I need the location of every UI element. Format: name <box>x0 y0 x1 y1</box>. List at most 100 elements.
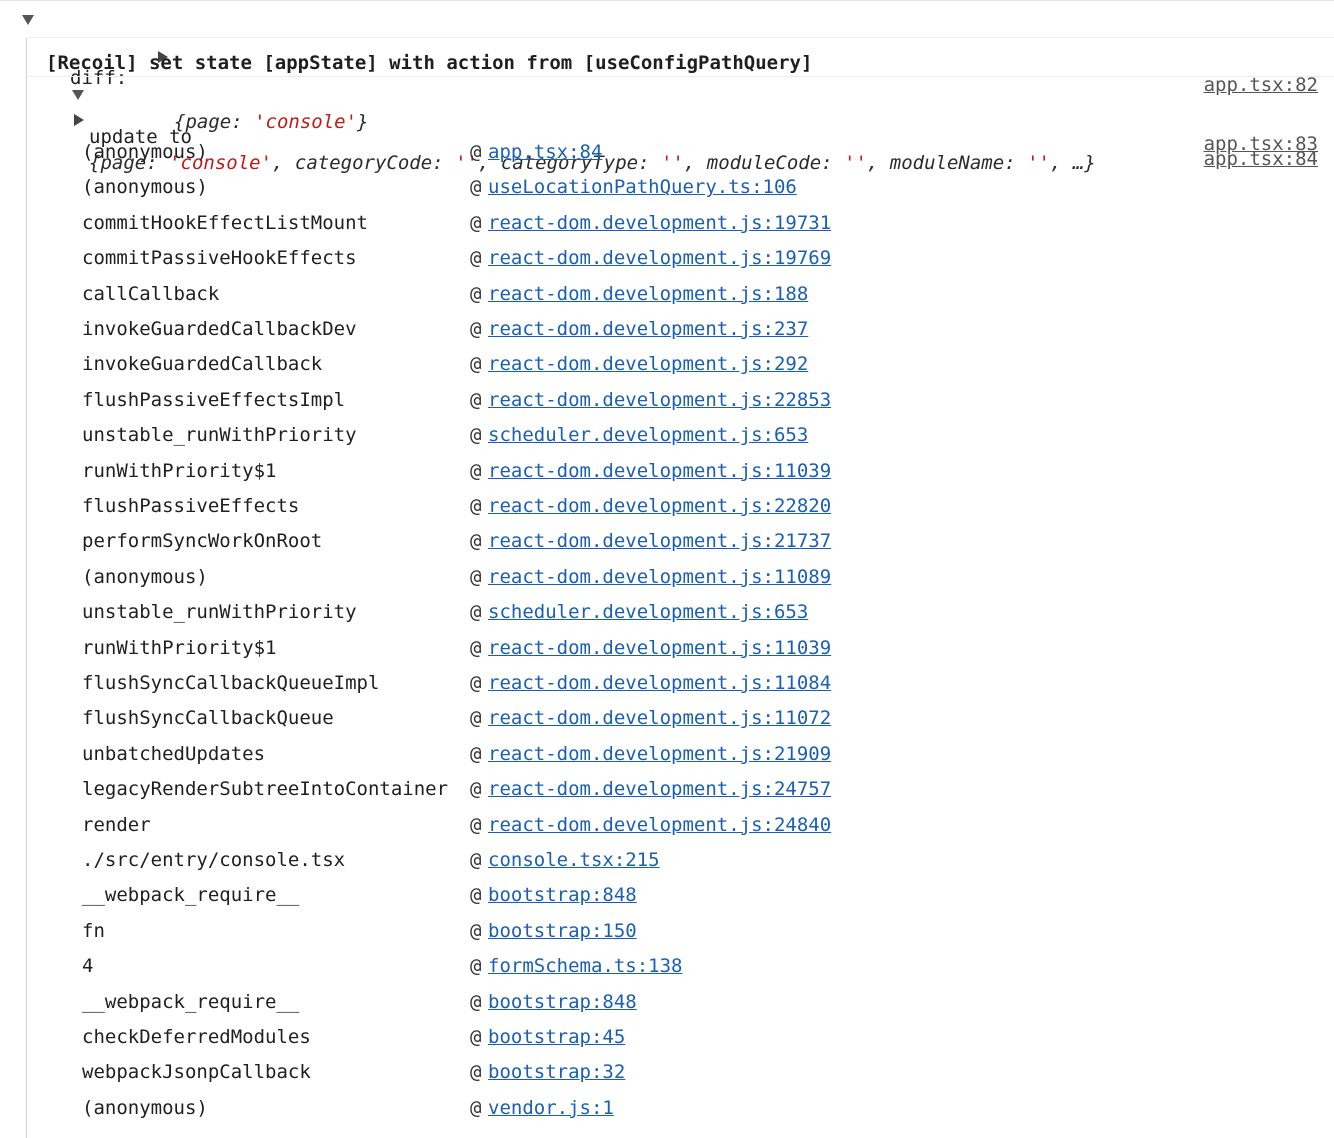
stack-frame-row: webpackJsonpCallback @ bootstrap:32 <box>0 1061 1334 1087</box>
stack-function-name: flushSyncCallbackQueueImpl <box>82 672 380 694</box>
row-divider <box>28 37 1334 38</box>
stack-function-name: flushPassiveEffectsImpl <box>82 388 346 411</box>
stack-frame-row: __webpack_require__ @ bootstrap:848 <box>0 884 1334 910</box>
stack-frame-row: (anonymous) @ react-dom.development.js:110… <box>0 566 1334 592</box>
stack-function-name: checkDeferredModules <box>82 1026 311 1048</box>
stack-function-name: (anonymous) <box>82 176 208 199</box>
at-symbol: @ <box>470 565 482 588</box>
stack-source-link[interactable]: react-dom.development.js:19731 <box>488 212 831 234</box>
stack-source-link[interactable]: react-dom.development.js:11039 <box>488 460 831 482</box>
stack-source-link[interactable]: react-dom.development.js:11084 <box>488 672 831 694</box>
stack-source-link[interactable]: react-dom.development.js:11072 <box>488 707 831 729</box>
stack-source-link[interactable]: react-dom.development.js:22853 <box>488 389 831 411</box>
stack-source-link[interactable]: react-dom.development.js:292 <box>488 353 808 375</box>
row-divider <box>28 76 1334 77</box>
stack-source-link[interactable]: bootstrap:45 <box>488 1026 625 1048</box>
at-symbol: @ <box>470 1096 482 1119</box>
stack-source-link[interactable]: react-dom.development.js:11039 <box>488 637 831 659</box>
at-symbol: @ <box>470 530 482 553</box>
stack-frame-row: fn @ bootstrap:150 <box>0 920 1334 946</box>
stack-frame-row: unbatchedUpdates @ react-dom.development.j… <box>0 743 1334 769</box>
stack-source-link[interactable]: react-dom.development.js:188 <box>488 283 808 305</box>
stack-function-name: flushSyncCallbackQueue <box>82 707 334 730</box>
expand-triangle-icon[interactable] <box>158 51 168 63</box>
stack-function-name: commitHookEffectListMount <box>82 211 368 234</box>
at-symbol: @ <box>470 742 482 765</box>
stack-function-name: callCallback <box>82 282 220 305</box>
stack-source-link[interactable]: react-dom.development.js:237 <box>488 318 808 340</box>
stack-source-link[interactable]: vendor.js:1 <box>488 1097 614 1119</box>
stack-source-link[interactable]: react-dom.development.js:24840 <box>488 814 831 836</box>
stack-frame-row: runWithPriority$1 @ react-dom.development.… <box>0 460 1334 486</box>
console-group-header[interactable]: [Recoil] set state [appState] with actio… <box>0 8 1334 96</box>
stack-function-name: ./src/entry/console.tsx <box>82 849 346 871</box>
stack-source-link[interactable]: console.tsx:215 <box>488 849 660 871</box>
diff-row: diff: {page: 'console'} app.tsx:83 <box>0 45 1334 155</box>
stack-function-name: (anonymous) <box>82 1096 208 1119</box>
stack-frame-row: runWithPriority$1 @ react-dom.development.… <box>0 637 1334 663</box>
stack-source-link[interactable]: bootstrap:848 <box>488 991 637 1013</box>
stack-source-link[interactable]: bootstrap:848 <box>488 884 637 906</box>
stack-source-link[interactable]: react-dom.development.js:22820 <box>488 495 831 517</box>
at-symbol: @ <box>470 459 482 482</box>
at-symbol: @ <box>470 1061 482 1084</box>
stack-frame-row: (anonymous) @ vendor.js:1 <box>0 1097 1334 1123</box>
expand-triangle-icon[interactable] <box>74 114 84 126</box>
stack-source-link[interactable]: react-dom.development.js:24757 <box>488 778 831 800</box>
at-symbol: @ <box>470 919 482 942</box>
at-symbol: @ <box>470 636 482 659</box>
stack-function-name: render <box>82 813 151 836</box>
stack-function-name: unbatchedUpdates <box>82 742 266 765</box>
stack-frame-row: performSyncWorkOnRoot @ react-dom.developm… <box>0 530 1334 556</box>
stack-source-link[interactable]: formSchema.ts:138 <box>488 955 682 977</box>
at-symbol: @ <box>470 955 482 978</box>
stack-frame-row: ./src/entry/console.tsx @ console.tsx:215 <box>0 849 1334 875</box>
stack-frame-row: unstable_runWithPriority @ scheduler.devel… <box>0 601 1334 627</box>
stack-function-name: (anonymous) <box>82 565 208 588</box>
at-symbol: @ <box>470 1026 482 1048</box>
stack-frame-row: (anonymous) @ app.tsx:84 <box>0 141 1334 167</box>
at-symbol: @ <box>470 495 482 517</box>
stack-source-link[interactable]: scheduler.development.js:653 <box>488 601 808 623</box>
stack-source-link[interactable]: react-dom.development.js:11089 <box>488 566 831 588</box>
at-symbol: @ <box>470 672 482 694</box>
at-symbol: @ <box>470 884 482 907</box>
at-symbol: @ <box>470 424 482 447</box>
stack-function-name: fn <box>82 919 105 942</box>
stack-frame-row: invokeGuardedCallback @ react-dom.developm… <box>0 353 1334 379</box>
at-symbol: @ <box>470 601 482 624</box>
stack-function-name: (anonymous) <box>82 141 208 163</box>
at-symbol: @ <box>470 282 482 305</box>
stack-function-name: invokeGuardedCallbackDev <box>82 318 357 340</box>
stack-frame-row: (anonymous) @ useLocationPathQuery.ts:106 <box>0 176 1334 202</box>
stack-source-link[interactable]: react-dom.development.js:21737 <box>488 530 831 552</box>
stack-function-name: __webpack_require__ <box>82 990 300 1013</box>
at-symbol: @ <box>470 707 482 730</box>
stack-source-link[interactable]: scheduler.development.js:653 <box>488 424 808 446</box>
stack-function-name: commitPassiveHookEffects <box>82 247 357 270</box>
at-symbol: @ <box>470 778 482 801</box>
at-symbol: @ <box>470 353 482 376</box>
stack-source-link[interactable]: app.tsx:84 <box>488 141 602 163</box>
update-row: update to app.tsx:84 <box>0 82 1334 170</box>
stack-source-link[interactable]: bootstrap:150 <box>488 920 637 942</box>
stack-function-name: runWithPriority$1 <box>82 459 277 482</box>
update-object-row[interactable]: {page: 'console', categoryCode: '', cate… <box>0 108 1334 174</box>
stack-frame-row: __webpack_require__ @ bootstrap:848 <box>0 991 1334 1017</box>
stack-source-link[interactable]: react-dom.development.js:19769 <box>488 247 831 269</box>
stack-frame-row: commitHookEffectListMount @ react-dom.deve… <box>0 212 1334 238</box>
at-symbol: @ <box>470 388 482 411</box>
stack-source-link[interactable]: useLocationPathQuery.ts:106 <box>488 176 797 198</box>
at-symbol: @ <box>470 141 482 163</box>
stack-source-link[interactable]: bootstrap:32 <box>488 1061 625 1083</box>
stack-frame-row: commitPassiveHookEffects @ react-dom.devel… <box>0 247 1334 273</box>
collapse-triangle-icon[interactable] <box>72 90 84 100</box>
stack-frame-row: 4 @ formSchema.ts:138 <box>0 955 1334 981</box>
stack-function-name: performSyncWorkOnRoot <box>82 530 323 553</box>
stack-frame-row: legacyRenderSubtreeIntoContainer @ react-d… <box>0 778 1334 804</box>
at-symbol: @ <box>470 211 482 234</box>
at-symbol: @ <box>470 813 482 836</box>
stack-source-link[interactable]: react-dom.development.js:21909 <box>488 743 831 765</box>
stack-frame-row: flushSyncCallbackQueue @ react-dom.develop… <box>0 707 1334 733</box>
collapse-triangle-icon[interactable] <box>22 15 34 25</box>
